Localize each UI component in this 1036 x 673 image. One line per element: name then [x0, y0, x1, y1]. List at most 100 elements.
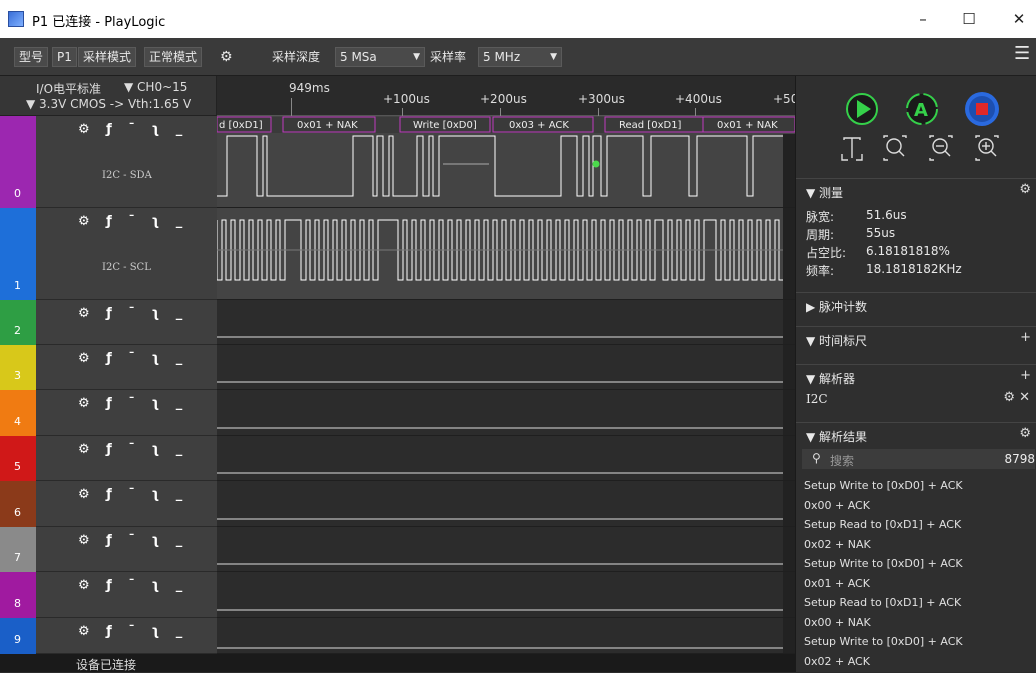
trigger-icons[interactable]: ⚙ ƒ ¯ ʅ _ — [78, 487, 188, 502]
time-ruler[interactable]: 949ms +100us +200us +300us +400us +50 — [217, 76, 798, 116]
channel-color-tab[interactable]: 3 — [0, 345, 36, 390]
decoder-gear-close-icon[interactable]: ⚙ ✕ — [1003, 390, 1030, 405]
time-marker-section-header[interactable]: ▼ 时间标尺 + — [796, 326, 1036, 350]
waveform-scl[interactable] — [217, 208, 795, 300]
trigger-icons[interactable]: ⚙ ƒ ¯ ʅ _ — [78, 533, 188, 548]
channel-controls: ⚙ ƒ ¯ ʅ _ — [36, 300, 217, 345]
channel-controls: ⚙ ƒ ¯ ʅ _ — [36, 436, 217, 481]
channel-number: 4 — [14, 415, 21, 428]
result-item[interactable]: 0x01 + ACK — [804, 577, 870, 590]
maximize-button[interactable]: ☐ — [954, 6, 984, 32]
channel-color-tab[interactable]: 9 — [0, 618, 36, 654]
channel-color-tab[interactable]: 5 — [0, 436, 36, 481]
auto-trigger-button[interactable]: A — [906, 93, 938, 125]
trigger-icons[interactable]: ⚙ ƒ ¯ ʅ _ — [78, 442, 188, 457]
right-panel: A ▼ 测量 ⚙ 脉宽: 51.6us 周期: 55us 占空比: 6.1818… — [795, 76, 1036, 672]
search-input[interactable]: ⚲ 搜索 8798 — [802, 449, 1035, 469]
measure-value: 55us — [866, 226, 896, 240]
result-item[interactable]: Setup Write to [0xD0] + ACK — [804, 479, 963, 492]
close-button[interactable]: ✕ — [1004, 6, 1034, 32]
result-item[interactable]: 0x00 + NAK — [804, 616, 871, 629]
results-gear-icon[interactable]: ⚙ — [1019, 426, 1031, 441]
channel-color-tab[interactable]: 1 — [0, 208, 36, 300]
waveform-channel-8[interactable] — [217, 572, 795, 618]
result-item[interactable]: Setup Read to [0xD1] + ACK — [804, 518, 961, 531]
flat-signal-line — [217, 300, 795, 344]
channel-row: 2 ⚙ ƒ ¯ ʅ _ — [0, 300, 217, 345]
channel-color-tab[interactable]: 4 — [0, 390, 36, 436]
mode-settings-gear-icon[interactable]: ⚙ — [220, 47, 233, 67]
hamburger-icon[interactable]: ☰ — [1014, 44, 1030, 64]
add-marker-plus-icon[interactable]: + — [1020, 330, 1031, 345]
channel-number: 0 — [14, 187, 21, 200]
chevron-down-icon: ▼ — [413, 52, 420, 62]
channel-label: I2C - SDA — [102, 170, 152, 181]
sample-depth-select[interactable]: 5 MSa ▼ — [335, 47, 425, 67]
decode-label: 0x01 + NAK — [717, 120, 778, 131]
waveform-channel-7[interactable] — [217, 527, 795, 572]
search-placeholder: 搜索 — [830, 454, 855, 468]
measure-key: 周期: — [806, 228, 835, 242]
trigger-icons[interactable]: ⚙ ƒ ¯ ʅ _ — [78, 351, 188, 366]
trigger-icons[interactable]: ⚙ ƒ ¯ ʅ _ — [78, 306, 188, 321]
waveform-channel-5[interactable] — [217, 436, 795, 481]
channel-color-tab[interactable]: 6 — [0, 481, 36, 527]
decode-label: 0x01 + NAK — [297, 120, 358, 131]
voltage-select[interactable]: ▼ 3.3V CMOS -> Vth:1.65 V — [26, 97, 191, 111]
channel-number: 2 — [14, 324, 21, 337]
measure-gear-icon[interactable]: ⚙ — [1019, 182, 1031, 197]
measure-section-header[interactable]: ▼ 测量 ⚙ — [796, 178, 1036, 202]
trigger-icons[interactable]: ⚙ ƒ ¯ ʅ _ — [78, 578, 188, 593]
flat-signal-line — [217, 618, 795, 653]
zoom-in-icon[interactable] — [975, 135, 999, 161]
sample-depth-value: 5 MSa — [340, 50, 377, 64]
minimize-button[interactable]: – — [908, 6, 938, 32]
channel-row: 5 ⚙ ƒ ¯ ʅ _ — [0, 436, 217, 481]
result-item[interactable]: Setup Write to [0xD0] + ACK — [804, 635, 963, 648]
zoom-fit-icon[interactable] — [883, 135, 907, 161]
pulse-count-section-header[interactable]: ▶ 脉冲计数 — [796, 292, 1036, 316]
channel-color-tab[interactable]: 7 — [0, 527, 36, 572]
channel-row: 4 ⚙ ƒ ¯ ʅ _ — [0, 390, 217, 436]
channel-range-select[interactable]: ▼ CH0~15 — [124, 80, 187, 94]
channel-row: 1 ⚙ ƒ ¯ ʅ _ I2C - SCL — [0, 208, 217, 300]
text-marker-icon[interactable] — [841, 137, 863, 161]
flat-signal-line — [217, 527, 795, 571]
result-item[interactable]: Setup Write to [0xD0] + ACK — [804, 557, 963, 570]
trigger-icons[interactable]: ⚙ ƒ ¯ ʅ _ — [78, 214, 188, 229]
channel-color-tab[interactable]: 2 — [0, 300, 36, 345]
mode-select[interactable]: 正常模式 — [144, 47, 203, 67]
add-decoder-plus-icon[interactable]: + — [1020, 368, 1031, 383]
tick-label: +300us — [578, 92, 625, 106]
window-title: P1 已连接 - PlayLogic — [32, 15, 166, 30]
channel-number: 5 — [14, 460, 21, 473]
trigger-icons[interactable]: ⚙ ƒ ¯ ʅ _ — [78, 624, 188, 639]
waveform-channel-2[interactable] — [217, 300, 795, 345]
channel-row: 6 ⚙ ƒ ¯ ʅ _ — [0, 481, 217, 527]
waveform-channel-6[interactable] — [217, 481, 795, 527]
decoder-section-header[interactable]: ▼ 解析器 + — [796, 364, 1036, 388]
trigger-icons[interactable]: ⚙ ƒ ¯ ʅ _ — [78, 396, 188, 411]
decoder-item[interactable]: I2C — [806, 392, 828, 406]
sample-rate-select[interactable]: 5 MHz ▼ — [478, 47, 562, 67]
result-item[interactable]: 0x02 + NAK — [804, 538, 871, 551]
result-item[interactable]: 0x02 + ACK — [804, 655, 870, 668]
play-button[interactable] — [846, 93, 878, 125]
result-item[interactable]: 0x00 + ACK — [804, 499, 870, 512]
channel-color-tab[interactable]: 8 — [0, 572, 36, 618]
result-item[interactable]: Setup Read to [0xD1] + ACK — [804, 596, 961, 609]
zoom-out-icon[interactable] — [929, 135, 953, 161]
tick-mark — [500, 108, 501, 116]
channel-color-tab[interactable]: 0 — [0, 116, 36, 208]
stop-button[interactable] — [965, 92, 999, 126]
trigger-icons[interactable]: ⚙ ƒ ¯ ʅ _ — [78, 122, 188, 137]
waveform-channel-9[interactable] — [217, 618, 795, 654]
results-section-header[interactable]: ▼ 解析结果 ⚙ — [796, 422, 1036, 446]
waveform-sda[interactable]: d [0xD1] 0x01 + NAK Write [0xD0] 0x03 + … — [217, 116, 795, 208]
waveform-channel-3[interactable] — [217, 345, 795, 390]
waveform-channel-4[interactable] — [217, 390, 795, 436]
tick-label: +200us — [480, 92, 527, 106]
channel-controls: ⚙ ƒ ¯ ʅ _ — [36, 618, 217, 654]
channel-number: 7 — [14, 551, 21, 564]
model-value[interactable]: P1 — [52, 47, 77, 67]
